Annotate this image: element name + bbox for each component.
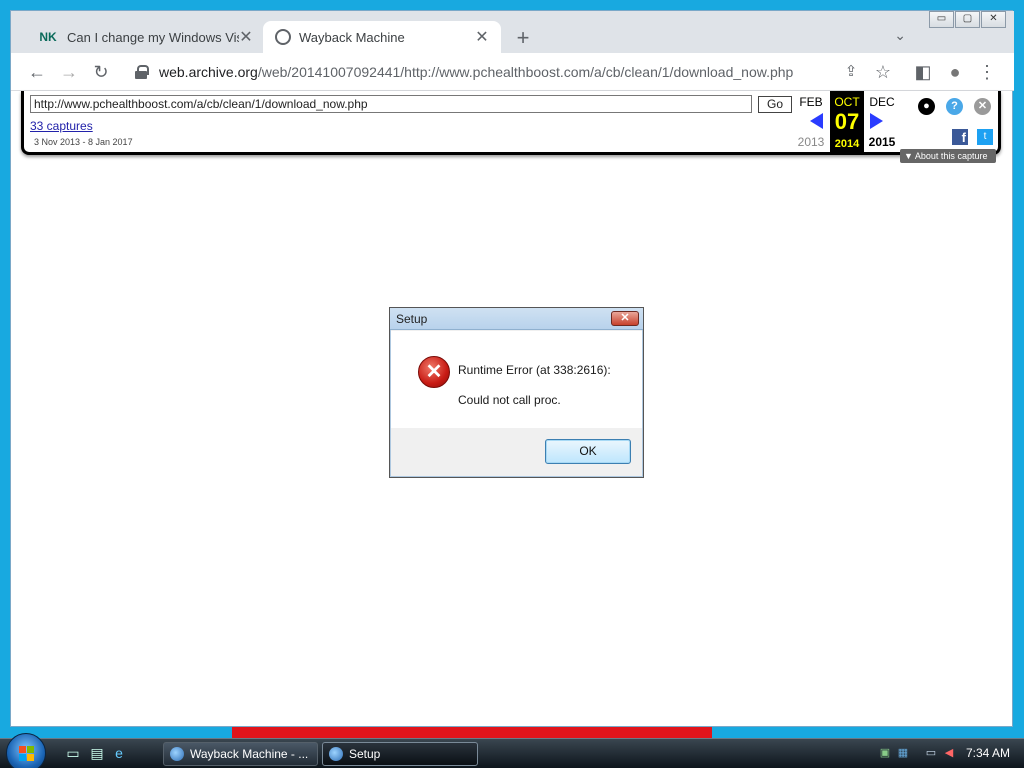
facebook-icon[interactable]: f xyxy=(952,129,968,145)
show-desktop-icon[interactable]: ▭ xyxy=(64,745,82,761)
current-month: OCT xyxy=(834,95,860,109)
tab-title: Wayback Machine xyxy=(299,29,405,45)
ok-button[interactable]: OK xyxy=(545,439,631,464)
tab-strip: NK Can I change my Windows Vista ✕ Wayba… xyxy=(11,11,1014,53)
dialog-titlebar[interactable]: Setup ✕ xyxy=(390,308,643,330)
task-wayback-machine[interactable]: Wayback Machine - ... xyxy=(163,742,318,766)
prev-capture-arrow-icon[interactable] xyxy=(810,113,823,129)
new-tab-button[interactable]: + xyxy=(511,25,535,51)
address-path: /web/20141007092441/http://www.pchealthb… xyxy=(257,64,794,80)
tray-app-icon[interactable]: ▦ xyxy=(896,746,910,760)
help-icon[interactable]: ? xyxy=(946,98,963,115)
lock-icon xyxy=(135,65,149,79)
current-capture-date: OCT 07 2014 xyxy=(830,91,864,153)
switch-windows-icon[interactable]: ▤ xyxy=(88,745,106,761)
back-icon[interactable]: ← xyxy=(25,60,49,84)
globe-favicon-icon xyxy=(275,29,291,45)
tab-wayback-machine[interactable]: Wayback Machine ✕ xyxy=(263,21,501,53)
capture-range: 3 Nov 2013 - 8 Jan 2017 xyxy=(34,137,133,147)
taskbar: ▭ ▤ e Wayback Machine - ... Setup ▣ ▦ ▭ … xyxy=(0,733,1024,768)
windows-flag-icon xyxy=(19,746,35,762)
wayback-url-input[interactable]: http://www.pchealthboost.com/a/cb/clean/… xyxy=(30,95,752,113)
volume-muted-icon[interactable]: ◀ xyxy=(942,746,956,760)
close-wayback-icon[interactable]: ✕ xyxy=(974,98,991,115)
setup-dialog: Setup ✕ ✕ Runtime Error (at 338:2616): C… xyxy=(389,307,644,478)
dialog-title: Setup xyxy=(396,312,428,326)
forward-icon[interactable]: → xyxy=(57,60,81,84)
profile-icon[interactable]: ● xyxy=(943,60,967,84)
setup-icon xyxy=(329,747,343,761)
about-capture-button[interactable]: ▼ About this capture xyxy=(900,149,996,163)
start-button[interactable] xyxy=(6,733,46,768)
twitter-icon[interactable]: t xyxy=(977,129,993,145)
dialog-body: ✕ Runtime Error (at 338:2616): Could not… xyxy=(391,331,642,428)
side-panel-icon[interactable]: ◧ xyxy=(911,60,935,84)
menu-icon[interactable]: ⋮ xyxy=(975,60,999,84)
current-year: 2014 xyxy=(834,138,860,150)
chrome-icon xyxy=(170,747,184,761)
address-bar[interactable]: web.archive.org/web/20141007092441/http:… xyxy=(125,59,877,85)
reload-icon[interactable]: ↻ xyxy=(89,60,113,84)
nk-favicon-icon: NK xyxy=(39,30,57,44)
current-day: 07 xyxy=(834,109,860,134)
tab-close-icon[interactable]: ✕ xyxy=(475,27,489,47)
tab-close-icon[interactable]: ✕ xyxy=(239,27,253,47)
error-icon: ✕ xyxy=(418,356,450,388)
share-icon[interactable]: ⇪ xyxy=(839,60,863,84)
task-setup[interactable]: Setup xyxy=(322,742,478,766)
system-tray: ▣ ▦ ▭ ◀ 7:34 AM xyxy=(864,740,1024,768)
tray-monitor-icon[interactable]: ▭ xyxy=(924,746,938,760)
tab-title: Can I change my Windows Vista xyxy=(67,29,239,45)
bookmark-star-icon[interactable]: ☆ xyxy=(871,60,895,84)
clock[interactable]: 7:34 AM xyxy=(966,746,1010,760)
prev-year: 2013 xyxy=(797,135,825,149)
restore-button[interactable]: ▢ xyxy=(955,11,980,28)
wayback-toolbar: http://www.pchealthboost.com/a/cb/clean/… xyxy=(21,91,1001,163)
prev-month-link[interactable]: FEB xyxy=(794,95,828,109)
browser-toolbar: ← → ↻ web.archive.org/web/20141007092441… xyxy=(11,53,1014,91)
tab-search-icon[interactable]: ⌄ xyxy=(894,27,906,44)
minimize-button[interactable]: ▭ xyxy=(929,11,954,28)
tray-network-icon[interactable]: ▣ xyxy=(878,746,892,760)
task-label: Wayback Machine - ... xyxy=(190,747,309,761)
tab-vista-question[interactable]: NK Can I change my Windows Vista ✕ xyxy=(25,21,265,53)
error-message-line1: Runtime Error (at 338:2616): xyxy=(458,363,611,377)
next-capture-arrow-icon[interactable] xyxy=(870,113,883,129)
captures-link[interactable]: 33 captures xyxy=(30,119,93,133)
close-window-button[interactable]: ✕ xyxy=(981,11,1006,28)
dialog-close-button[interactable]: ✕ xyxy=(611,311,639,326)
next-month-link[interactable]: DEC xyxy=(865,95,899,109)
address-host: web.archive.org xyxy=(159,64,258,80)
internet-explorer-icon[interactable]: e xyxy=(110,745,128,761)
next-year: 2015 xyxy=(868,135,896,149)
user-icon[interactable]: ● xyxy=(918,98,935,115)
error-message-line2: Could not call proc. xyxy=(458,393,561,407)
task-label: Setup xyxy=(349,747,381,761)
window-controls: ▭ ▢ ✕ xyxy=(928,11,1006,28)
wayback-go-button[interactable]: Go xyxy=(758,96,792,113)
